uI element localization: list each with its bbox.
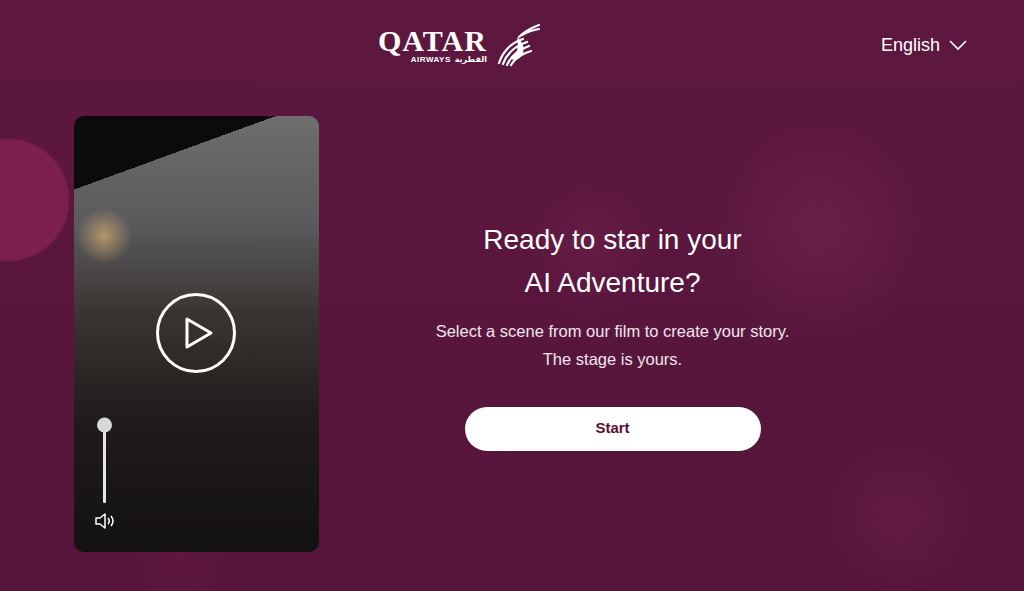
subtitle-line: The stage is yours. — [436, 345, 790, 373]
logo-name: QATAR — [378, 26, 487, 56]
heading: Ready to star in yourAI Adventure? — [483, 218, 741, 304]
subtitle: Select a scene from our film to create y… — [436, 317, 790, 373]
heading-line: Ready to star in your — [483, 218, 741, 261]
logo[interactable]: QATARAIRWAYS القطرية — [378, 23, 541, 67]
chevron-down-icon — [948, 39, 968, 51]
start-button[interactable]: Start — [465, 407, 761, 451]
logo-text: QATARAIRWAYS القطرية — [378, 26, 487, 64]
play-icon — [184, 316, 214, 350]
volume-icon[interactable] — [94, 513, 116, 529]
volume-slider[interactable] — [103, 425, 106, 503]
volume-knob[interactable] — [97, 418, 112, 433]
heading-line: AI Adventure? — [483, 261, 741, 304]
main: Ready to star in yourAI Adventure? Select… — [0, 90, 1024, 552]
logo-arabic: القطرية — [455, 56, 487, 64]
play-button[interactable] — [156, 293, 236, 373]
logo-sub: AIRWAYS — [411, 56, 451, 64]
hero: Ready to star in yourAI Adventure? Select… — [319, 218, 906, 451]
language-label: English — [881, 32, 940, 59]
logo-subline: AIRWAYS القطرية — [411, 56, 487, 64]
video-player[interactable] — [74, 116, 319, 552]
header: QATARAIRWAYS القطرية English — [0, 0, 1024, 90]
language-selector[interactable]: English — [881, 32, 968, 59]
volume-fill — [103, 425, 106, 503]
oryx-icon — [489, 23, 541, 67]
subtitle-line: Select a scene from our film to create y… — [436, 317, 790, 345]
